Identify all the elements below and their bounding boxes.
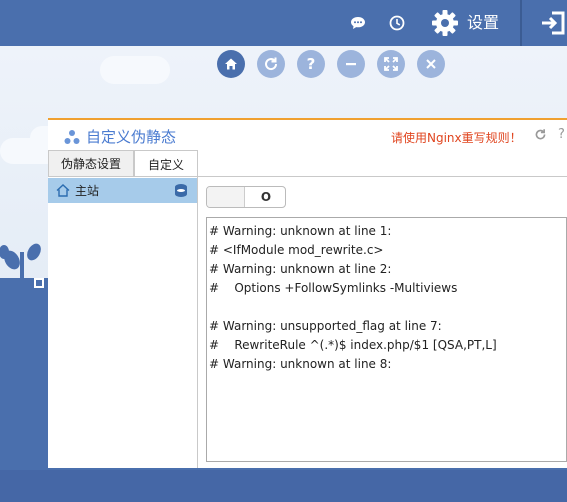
gear-icon[interactable] <box>429 0 461 46</box>
panel-title: 自定义伪静态 <box>64 126 176 147</box>
database-icon <box>175 184 187 197</box>
editor-line: # Warning: unknown at line 1: <box>209 224 392 238</box>
editor-line: # Warning: unsupported_flag at line 7: <box>209 319 442 333</box>
background-footer <box>0 470 567 502</box>
home-icon <box>56 184 70 197</box>
tab-label: 伪静态设置 <box>60 157 121 171</box>
editor-line: # <IfModule mod_rewrite.c> <box>209 243 384 257</box>
refresh-icon <box>265 57 278 71</box>
nodes-icon <box>64 129 80 144</box>
editor-line: # Warning: unknown at line 2: <box>209 262 392 276</box>
editor-line: # RewriteRule ^(.*)$ index.php/$1 [QSA,P… <box>209 338 497 352</box>
close-icon <box>426 59 436 69</box>
sidebar-item-main-site[interactable]: 主站 <box>48 178 197 203</box>
rewrite-toggle[interactable]: O <box>206 186 286 208</box>
tab-label: 自定义 <box>147 157 184 172</box>
tab-rewrite-settings[interactable]: 伪静态设置 <box>48 150 134 176</box>
home-icon <box>225 58 237 70</box>
panel-refresh-icon[interactable] <box>534 128 547 145</box>
nginx-warning: 请使用Nginx重写规则！ <box>391 131 522 145</box>
tree-decoration <box>0 243 48 298</box>
toggle-knob <box>207 187 245 207</box>
close-button[interactable] <box>417 50 445 78</box>
site-sidebar: 主站 <box>48 177 198 468</box>
refresh-button[interactable] <box>257 50 285 78</box>
exit-icon[interactable] <box>538 0 567 46</box>
divider <box>520 0 522 46</box>
home-button[interactable] <box>217 50 245 78</box>
panel-help-icon[interactable]: ? <box>558 127 565 142</box>
fullscreen-button[interactable] <box>377 50 405 78</box>
top-bar: 设置 <box>0 0 567 46</box>
panel-title-text: 自定义伪静态 <box>86 128 177 146</box>
tab-custom[interactable]: 自定义 <box>134 150 198 177</box>
editor-line: # Options +FollowSymlinks -Multiviews <box>209 281 458 295</box>
editor-line: # Warning: unknown at line 8: <box>209 357 392 371</box>
clock-icon[interactable] <box>387 0 407 46</box>
help-icon: ? <box>306 55 316 73</box>
fullscreen-icon <box>384 57 398 71</box>
rewrite-panel: 自定义伪静态 请使用Nginx重写规则！ ? 伪静态设置 自定义 主站 O # … <box>48 118 567 468</box>
cloud-decoration <box>100 56 170 84</box>
minimize-icon <box>346 63 356 66</box>
settings-label[interactable]: 设置 <box>467 9 499 33</box>
chat-icon[interactable] <box>348 0 368 46</box>
help-button[interactable]: ? <box>297 50 325 78</box>
sidebar-item-label: 主站 <box>75 184 100 198</box>
toggle-label: O <box>260 190 272 204</box>
rewrite-rules-editor[interactable]: # Warning: unknown at line 1: # <IfModule… <box>206 217 567 462</box>
minimize-button[interactable] <box>337 50 365 78</box>
